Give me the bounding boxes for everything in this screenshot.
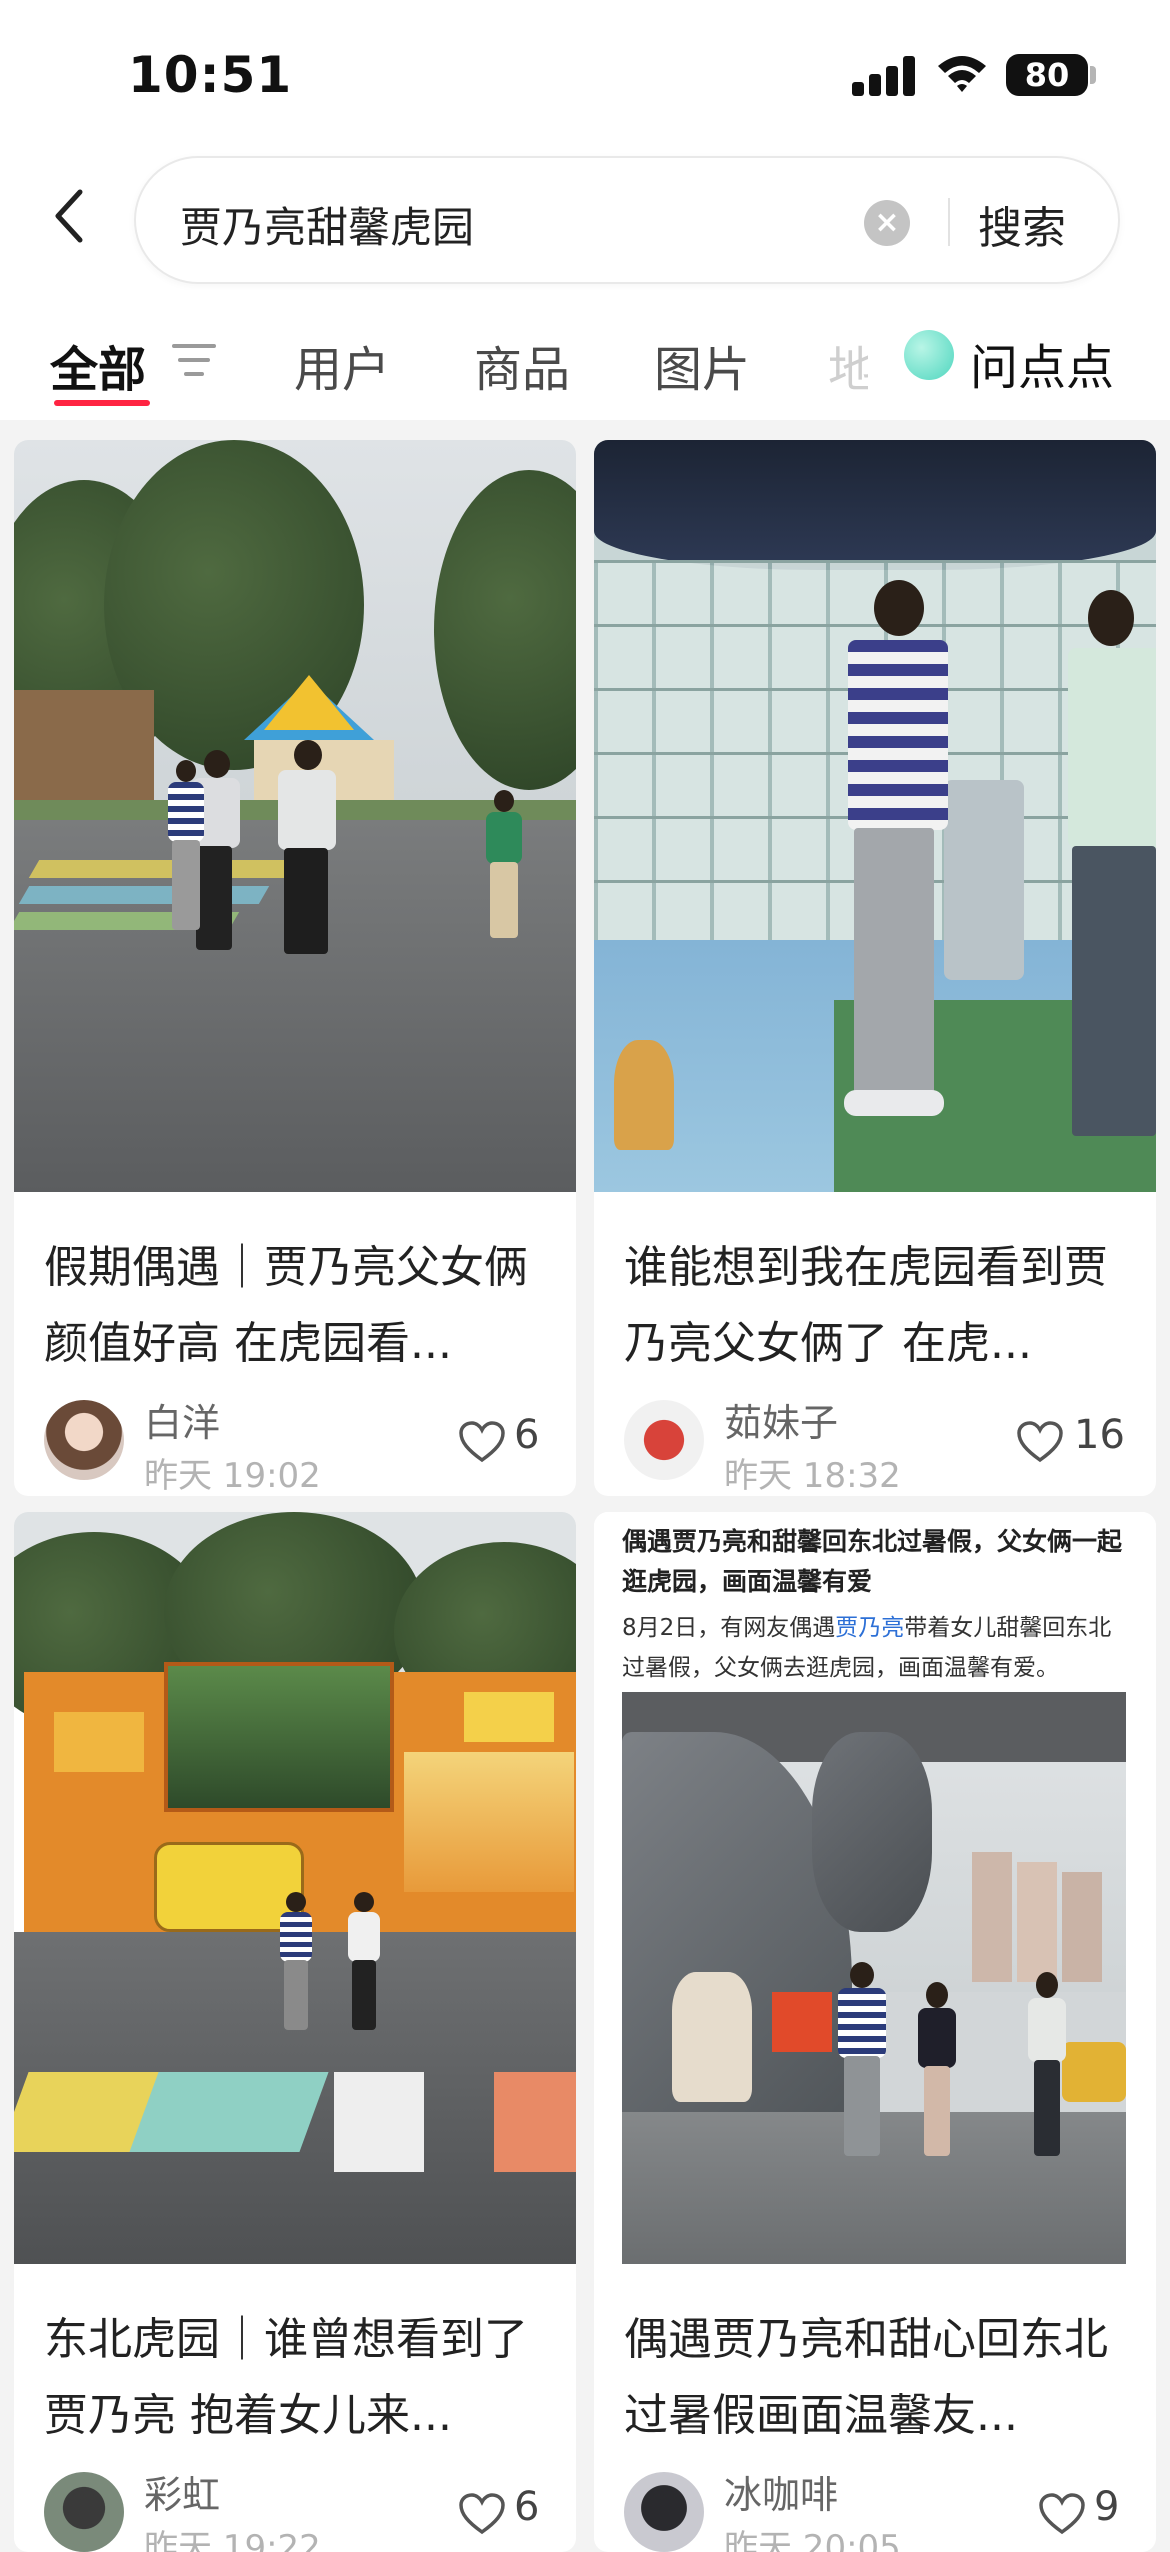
heart-icon[interactable]: [1038, 2492, 1086, 2536]
note-card[interactable]: 东北虎园｜谁曾想看到了贾乃亮 抱着女儿来... 彩虹 昨天 19:22 6: [14, 1512, 576, 2552]
note-card[interactable]: 假期偶遇｜贾乃亮父女俩颜值好高 在虎园看... 白洋 昨天 19:02 6: [14, 440, 576, 1496]
note-title[interactable]: 谁能想到我在虎园看到贾乃亮父女俩了 在虎...: [624, 1230, 1134, 1382]
tab-products[interactable]: 商品: [474, 330, 570, 400]
note-cover-image[interactable]: [14, 440, 576, 1192]
search-query[interactable]: 贾乃亮甜馨虎园: [180, 194, 474, 255]
battery-icon: 80: [1006, 54, 1088, 96]
note-title[interactable]: 偶遇贾乃亮和甜心回东北过暑假画面温馨友...: [624, 2302, 1134, 2454]
like-count: 6: [514, 2484, 540, 2530]
news-body: 8月2日，有网友偶遇贾乃亮带着女儿甜馨回东北过暑假，父女俩去逛虎园，画面温馨有爱…: [622, 1608, 1132, 1688]
post-date: 昨天 18:32: [724, 1456, 901, 1496]
search-divider: [948, 198, 950, 246]
heart-icon[interactable]: [1016, 1420, 1064, 1464]
filter-icon[interactable]: [172, 340, 216, 380]
status-time: 10:51: [128, 46, 293, 104]
news-headline: 偶遇贾乃亮和甜馨回东北过暑假，父女俩一起逛虎园，画面温馨有爱: [622, 1527, 1123, 1596]
battery-tip: [1090, 66, 1096, 84]
active-tab-indicator: [54, 400, 150, 406]
note-card[interactable]: 谁能想到我在虎园看到贾乃亮父女俩了 在虎... 茹妹子 昨天 18:32 16: [594, 440, 1156, 1496]
news-body-text: 8月2日，有网友偶遇: [622, 1615, 836, 1641]
search-header: 贾乃亮甜馨虎园 × 搜索: [0, 150, 1170, 290]
author-name[interactable]: 冰咖啡: [724, 2464, 838, 2519]
like-count: 16: [1074, 1412, 1125, 1458]
note-card[interactable]: 偶遇贾乃亮和甜馨回东北过暑假，父女俩一起逛虎园，画面温馨有爱 8月2日，有网友偶…: [594, 1512, 1156, 2552]
heart-icon[interactable]: [458, 1420, 506, 1464]
status-bar: 10:51 80: [0, 0, 1170, 150]
avatar[interactable]: [624, 2472, 704, 2552]
note-cover-image[interactable]: 偶遇贾乃亮和甜馨回东北过暑假，父女俩一起逛虎园，画面温馨有爱 8月2日，有网友偶…: [594, 1512, 1156, 2264]
note-cover-image[interactable]: [594, 440, 1156, 1192]
ask-label: 问点点: [970, 340, 1115, 396]
search-input[interactable]: 贾乃亮甜馨虎园 × 搜索: [134, 156, 1120, 284]
clear-icon[interactable]: ×: [864, 200, 910, 246]
post-date: 昨天 19:22: [144, 2528, 321, 2552]
avatar[interactable]: [44, 2472, 124, 2552]
note-title[interactable]: 东北虎园｜谁曾想看到了贾乃亮 抱着女儿来...: [44, 2302, 554, 2454]
heart-icon[interactable]: [458, 2492, 506, 2536]
note-cover-image[interactable]: [14, 1512, 576, 2264]
news-photo: [622, 1692, 1126, 2264]
tab-images[interactable]: 图片: [654, 330, 750, 400]
post-date: 昨天 20:05: [724, 2528, 901, 2552]
avatar[interactable]: [624, 1400, 704, 1480]
note-title[interactable]: 假期偶遇｜贾乃亮父女俩颜值好高 在虎园看...: [44, 1230, 554, 1382]
tab-all[interactable]: 全部: [50, 330, 146, 400]
author-name[interactable]: 彩虹: [144, 2464, 220, 2519]
back-arrow-icon[interactable]: [42, 180, 98, 252]
ask-dot-icon: [904, 330, 954, 380]
tab-users[interactable]: 用户: [294, 330, 390, 400]
avatar[interactable]: [44, 1400, 124, 1480]
cellular-signal-icon: [852, 56, 916, 96]
wifi-icon: [938, 56, 986, 92]
author-name[interactable]: 白洋: [144, 1392, 220, 1447]
news-body-link: 贾乃亮: [835, 1615, 905, 1641]
search-button[interactable]: 搜索: [978, 192, 1066, 256]
result-tabs: 全部 用户 商品 图片 地 问点点: [0, 290, 1170, 420]
tab-location-partial[interactable]: 地: [828, 330, 868, 400]
author-name[interactable]: 茹妹子: [724, 1392, 838, 1447]
like-count: 6: [514, 1412, 540, 1458]
post-date: 昨天 19:02: [144, 1456, 321, 1496]
like-count: 9: [1094, 2484, 1120, 2530]
